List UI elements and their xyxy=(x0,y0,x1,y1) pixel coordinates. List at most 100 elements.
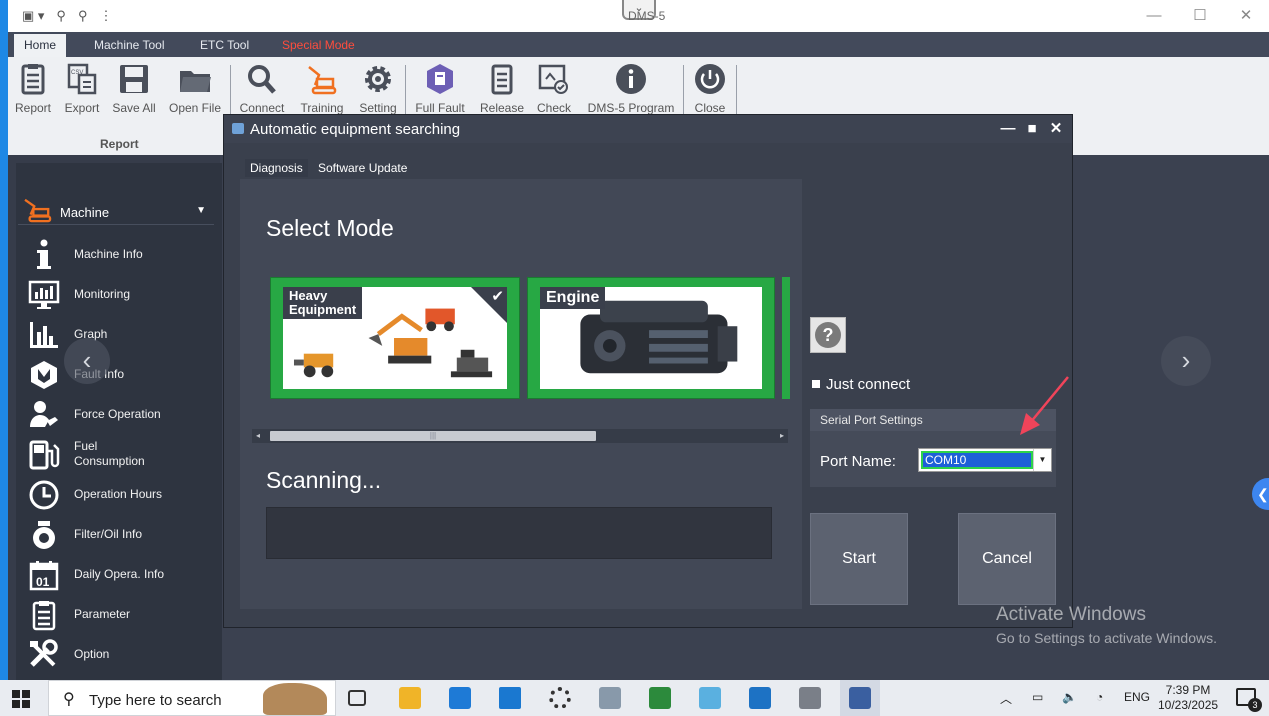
dms5-program-button[interactable]: DMS-5 Program xyxy=(584,63,678,121)
tray-caret-icon[interactable]: ︿ xyxy=(1000,690,1012,707)
just-connect-checkbox[interactable]: Just connect xyxy=(812,376,910,393)
dialog-maximize-button[interactable]: ■ xyxy=(1024,119,1040,139)
release-button[interactable]: Release xyxy=(480,63,524,121)
side-panel-handle[interactable]: ❮ xyxy=(1252,478,1269,510)
card-tag: Engine xyxy=(540,287,606,309)
connect-button[interactable]: Connect xyxy=(238,63,286,121)
scroll-left-arrow-icon[interactable]: ◂ xyxy=(256,429,260,443)
sidebar-item-fault-info[interactable]: Fault Info xyxy=(26,355,216,393)
check-button[interactable]: Check xyxy=(534,63,574,121)
close-button[interactable]: Close xyxy=(690,63,730,121)
help-button[interactable]: ? xyxy=(810,317,846,353)
close-window-button[interactable]: ✕ xyxy=(1223,0,1269,32)
sidebar-item-machine-info[interactable]: Machine Info xyxy=(26,235,216,273)
file-explorer-icon[interactable] xyxy=(399,687,421,709)
settings-gear-icon[interactable] xyxy=(549,687,571,709)
quick-access-menu-button[interactable]: ▣ ▾ xyxy=(22,8,44,24)
taskbar-clock[interactable]: 7:39 PM 10/23/2025 xyxy=(1158,683,1218,713)
dms5-app-icon xyxy=(849,687,871,709)
tools-icon xyxy=(30,639,58,667)
sidebar-item-parameter[interactable]: Parameter xyxy=(26,595,216,633)
scroll-thumb[interactable]: ||| xyxy=(270,431,596,441)
start-button[interactable]: Start xyxy=(810,513,908,605)
language-indicator[interactable]: ENG xyxy=(1124,690,1150,704)
quick-access-link-icon[interactable]: ⚲ xyxy=(56,8,66,24)
cards-scrollbar[interactable]: ◂ ||| ▸ xyxy=(252,429,788,443)
sidebar-item-filter-oil-info[interactable]: Filter/Oil Info xyxy=(26,515,216,553)
task-view-icon[interactable] xyxy=(348,690,366,706)
ribbon-separator xyxy=(683,65,684,115)
network-app-icon[interactable] xyxy=(599,687,621,709)
machine-app-icon[interactable] xyxy=(799,687,821,709)
close-label: Close xyxy=(694,101,726,115)
scroll-right-arrow-icon[interactable]: ▸ xyxy=(780,429,784,443)
port-name-label: Port Name: xyxy=(820,453,896,470)
nav-prev-button[interactable]: ‹ xyxy=(64,338,110,384)
tab-diagnosis[interactable]: Diagnosis xyxy=(245,159,308,177)
cancel-button[interactable]: Cancel xyxy=(958,513,1056,605)
sidebar-item-graph[interactable]: Graph xyxy=(26,315,216,353)
wifi-icon[interactable]: ◔ xyxy=(1096,690,1103,704)
save-all-button[interactable]: Save All xyxy=(112,63,156,121)
start-button[interactable] xyxy=(12,690,30,708)
scan-progress-bar xyxy=(266,507,772,559)
sidebar-item-force-operation[interactable]: Force Operation xyxy=(26,395,216,433)
checkbox-box[interactable] xyxy=(812,380,820,388)
sidebar-item-label: Option xyxy=(74,647,110,661)
battery-icon[interactable]: ▭ xyxy=(1032,690,1043,704)
open-file-button[interactable]: Open File xyxy=(168,63,222,121)
oil-drop-icon xyxy=(33,521,55,549)
excavator-icon xyxy=(308,66,337,95)
sidebar-item-operation-hours[interactable]: Operation Hours xyxy=(26,475,216,513)
automatic-search-dialog: Automatic equipment searching — ■ ✕ Diag… xyxy=(223,114,1073,628)
port-name-value[interactable]: COM10 xyxy=(921,451,1033,469)
heavy-equipment-card[interactable]: Heavy Equipment ✔ xyxy=(270,277,520,399)
remote-desktop-edge xyxy=(0,0,8,680)
notification-center-icon[interactable]: 3 xyxy=(1236,688,1262,712)
sidebar-item-label: Machine Info xyxy=(74,247,143,261)
nav-next-button[interactable]: › xyxy=(1161,336,1211,386)
dialog-title: Automatic equipment searching xyxy=(250,121,461,138)
remote-app-icon[interactable] xyxy=(699,687,721,709)
tab-etc-tool[interactable]: ETC Tool xyxy=(190,34,259,57)
minimize-button[interactable]: — xyxy=(1131,0,1177,32)
setting-button[interactable]: Setting xyxy=(356,63,400,121)
tab-software-update[interactable]: Software Update xyxy=(313,159,412,177)
dialog-close-button[interactable]: ✕ xyxy=(1048,119,1064,139)
sidebar-item-option[interactable]: Option xyxy=(26,635,216,673)
engine-card[interactable]: Engine xyxy=(527,277,775,399)
sidebar-item-monitoring[interactable]: Monitoring xyxy=(26,275,216,313)
john-deere-icon[interactable] xyxy=(649,687,671,709)
training-button[interactable]: Training xyxy=(298,63,346,121)
dialog-minimize-button[interactable]: — xyxy=(1000,119,1016,139)
sidebar-header-machine[interactable]: Machine ▼ xyxy=(18,195,214,225)
selected-corner: ✔ xyxy=(471,287,507,323)
taskbar-search-box[interactable]: ⚲ Type here to search xyxy=(48,680,336,716)
info-icon xyxy=(616,64,646,94)
quick-access-unlink-icon[interactable]: ⚲ xyxy=(78,8,88,24)
volume-icon[interactable]: 🔈 xyxy=(1062,690,1077,704)
red-arrow-annotation-icon xyxy=(1020,376,1069,435)
search-placeholder: Type here to search xyxy=(89,692,222,709)
teamviewer-icon[interactable] xyxy=(749,687,771,709)
search-highlight-image xyxy=(263,683,327,715)
release-label: Release xyxy=(480,101,525,115)
full-fault-button[interactable]: Full Fault xyxy=(412,63,468,121)
tab-machine-tool[interactable]: Machine Tool xyxy=(84,34,175,57)
quick-access-more-icon[interactable]: ⋮ xyxy=(99,8,112,24)
title-bar: ▣ ▾ ⚲ ⚲ ⋮ ⌄ DMS-5 — ☐ ✕ xyxy=(8,0,1269,32)
tab-home[interactable]: Home xyxy=(14,34,67,57)
dropdown-arrow-icon: ▼ xyxy=(196,205,206,216)
open-file-label: Open File xyxy=(168,101,222,115)
mail-icon[interactable] xyxy=(499,687,521,709)
store-icon[interactable] xyxy=(449,687,471,709)
report-button[interactable]: Report xyxy=(14,63,52,121)
sidebar-item-fuel-consumption[interactable]: Fuel Consumption xyxy=(26,435,216,473)
sidebar-item-daily-opera-info[interactable]: 01 Daily Opera. Info xyxy=(26,555,216,593)
port-name-select[interactable]: COM10 ▼ xyxy=(918,448,1052,472)
tab-special-mode[interactable]: Special Mode xyxy=(272,34,365,57)
export-button[interactable]: CSV Export xyxy=(64,63,100,121)
dropdown-arrow-icon[interactable]: ▼ xyxy=(1033,449,1051,471)
engine-image: Engine xyxy=(540,287,762,389)
maximize-button[interactable]: ☐ xyxy=(1177,0,1223,32)
